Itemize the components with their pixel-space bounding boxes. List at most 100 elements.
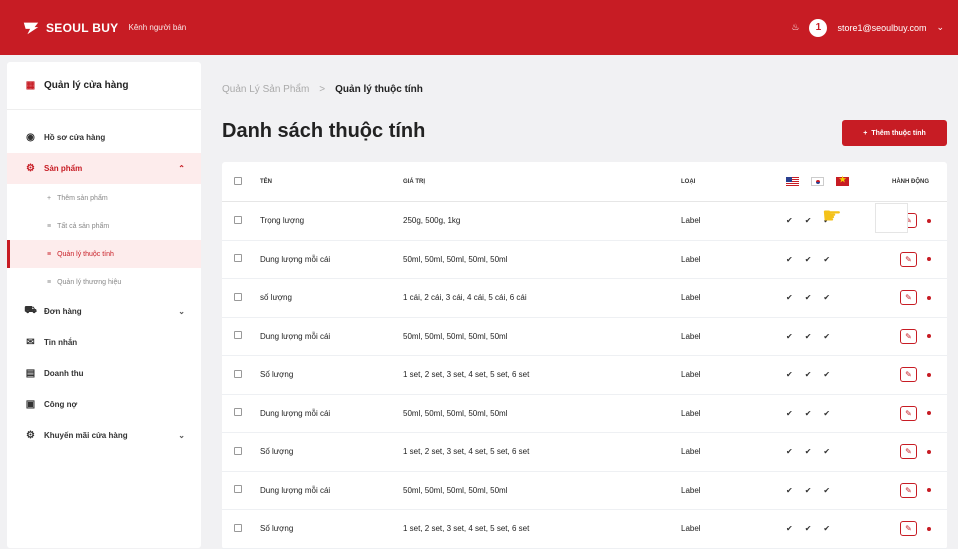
seller-channel-label: Kênh người bán xyxy=(128,23,187,32)
sidebar-item-revenue[interactable]: ▤ Doanh thu xyxy=(7,358,201,389)
row-checkbox[interactable] xyxy=(234,215,242,224)
sidebar-subitem-all-products[interactable]: ≡ Tất cả sản phẩm xyxy=(7,212,201,240)
chevron-down-icon[interactable]: ⌄ xyxy=(936,22,944,33)
breadcrumb-product-management[interactable]: Quản Lý Sản Phẩm xyxy=(222,84,309,95)
edit-button[interactable]: ✎ xyxy=(900,482,917,498)
sidebar-item-label: Tin nhắn xyxy=(44,338,78,347)
check-icon: ✔ xyxy=(786,293,793,303)
check-icon: ✔ xyxy=(804,485,812,495)
delete-icon[interactable] xyxy=(927,334,931,339)
main-content: Quản Lý Sản Phẩm > Quản lý thuộc tính Da… xyxy=(220,62,958,549)
column-header-name: TÊN xyxy=(260,178,272,185)
row-checkbox[interactable] xyxy=(234,408,242,417)
chevron-down-icon: ⌄ xyxy=(178,307,185,316)
attribute-type: Label xyxy=(681,447,701,457)
attribute-type: Label xyxy=(681,370,701,380)
check-icon: ✔ xyxy=(786,331,793,341)
table-row: Dung lượng mỗi cái 50ml, 50ml, 50ml, 50ml… xyxy=(222,318,947,356)
check-icon: ✔ xyxy=(804,370,812,380)
product-icon: ⚙ xyxy=(26,163,35,174)
delete-icon[interactable] xyxy=(927,257,931,262)
attribute-name: Số lượng xyxy=(260,447,294,457)
attribute-values: 1 set, 2 set, 3 set, 4 set, 5 set, 6 set xyxy=(403,447,530,457)
row-checkbox[interactable] xyxy=(234,523,242,532)
brand-name: SEOUL BUY xyxy=(46,20,119,35)
sidebar-item-label: Công nợ xyxy=(44,400,78,409)
breadcrumb-attributes: Quản lý thuộc tính xyxy=(335,84,423,95)
row-checkbox[interactable] xyxy=(234,331,242,340)
edit-button[interactable]: ✎ xyxy=(900,328,917,344)
sidebar-subitem-label: Quản lý thuộc tính xyxy=(57,250,114,258)
sidebar-item-store-profile[interactable]: ◉ Hồ sơ cửa hàng xyxy=(7,122,201,153)
bell-icon[interactable]: ♨ xyxy=(791,22,799,33)
attribute-type: Label xyxy=(681,408,701,418)
chevron-up-icon: ⌃ xyxy=(178,164,185,173)
table-row: Số lượng 1 set, 2 set, 3 set, 4 set, 5 se… xyxy=(222,510,947,549)
edit-button[interactable]: ✎ xyxy=(900,405,917,421)
delete-icon[interactable] xyxy=(927,526,931,531)
edit-button[interactable]: ✎ xyxy=(900,444,917,460)
edit-button-highlight xyxy=(875,203,908,233)
table-row: Dung lượng mỗi cái 50ml, 50ml, 50ml, 50ml… xyxy=(222,472,947,510)
breadcrumb: Quản Lý Sản Phẩm > Quản lý thuộc tính xyxy=(222,84,423,95)
column-header-value: GIÁ TRỊ xyxy=(403,178,425,185)
check-icon: ✔ xyxy=(804,293,812,303)
sidebar-subitem-add-product[interactable]: + Thêm sản phẩm xyxy=(7,184,201,212)
select-all-checkbox[interactable] xyxy=(234,176,242,185)
sidebar-item-debt[interactable]: ▣ Công nợ xyxy=(7,389,201,420)
sidebar-item-orders[interactable]: ⛟ Đơn hàng ⌄ xyxy=(7,296,201,327)
sidebar-item-products[interactable]: ⚙ Sản phẩm ⌃ xyxy=(7,153,201,184)
sidebar-item-messages[interactable]: ✉ Tin nhắn xyxy=(7,327,201,358)
list-icon: ≡ xyxy=(47,250,52,258)
plus-icon: + xyxy=(863,129,868,137)
edit-button[interactable]: ✎ xyxy=(900,290,917,306)
column-header-actions: HÀNH ĐỘNG xyxy=(892,178,929,185)
cart-icon: ⛟ xyxy=(24,305,37,316)
attribute-values: 1 cái, 2 cái, 3 cái, 4 cái, 5 cái, 6 cái xyxy=(403,293,527,303)
sidebar-subitem-label: Tất cả sản phẩm xyxy=(57,222,110,230)
table-row: Dung lượng mỗi cái 50ml, 50ml, 50ml, 50ml… xyxy=(222,395,947,433)
store-profile-icon: ◉ xyxy=(26,132,35,143)
sidebar-item-label: Đơn hàng xyxy=(44,307,82,316)
pencil-icon: ✎ xyxy=(905,485,912,495)
row-checkbox[interactable] xyxy=(234,254,242,263)
edit-button[interactable]: ✎ xyxy=(900,521,917,537)
attribute-values: 1 set, 2 set, 3 set, 4 set, 5 set, 6 set xyxy=(403,370,530,380)
list-icon: ≡ xyxy=(47,278,52,286)
avatar[interactable]: 1 xyxy=(809,18,828,37)
row-checkbox[interactable] xyxy=(234,485,242,494)
delete-icon[interactable] xyxy=(927,372,931,377)
check-icon: ✔ xyxy=(823,408,831,418)
check-icon: ✔ xyxy=(786,216,793,226)
attribute-name: Dung lượng mỗi cái xyxy=(260,254,331,264)
row-checkbox[interactable] xyxy=(234,446,242,455)
delete-icon[interactable] xyxy=(927,295,931,300)
pencil-icon: ✎ xyxy=(905,408,912,418)
delete-icon[interactable] xyxy=(927,488,931,493)
top-bar: SEOUL BUY Kênh người bán ♨ 1 store1@seou… xyxy=(0,0,958,55)
attribute-values: 50ml, 50ml, 50ml, 50ml, 50ml xyxy=(403,331,508,341)
attribute-values: 50ml, 50ml, 50ml, 50ml, 50ml xyxy=(403,254,508,264)
sidebar-item-promotions[interactable]: ⚙ Khuyến mãi cửa hàng ⌄ xyxy=(7,420,201,451)
delete-icon[interactable] xyxy=(927,411,931,416)
delete-icon[interactable] xyxy=(927,218,931,223)
page-title: Danh sách thuộc tính xyxy=(222,120,426,142)
pencil-icon: ✎ xyxy=(905,254,912,264)
check-icon: ✔ xyxy=(786,254,793,264)
table-row: Số lượng 1 set, 2 set, 3 set, 4 set, 5 se… xyxy=(222,356,947,395)
sidebar-subitem-brands[interactable]: ≡ Quản lý thương hiệu xyxy=(7,268,201,296)
pencil-icon: ✎ xyxy=(905,293,912,303)
sidebar-header: ▦ Quản lý cửa hàng xyxy=(7,62,201,110)
user-email[interactable]: store1@seoulbuy.com xyxy=(837,23,926,33)
row-checkbox[interactable] xyxy=(234,369,242,378)
sidebar-item-label: Hồ sơ cửa hàng xyxy=(44,133,106,142)
delete-icon[interactable] xyxy=(927,449,931,454)
edit-button[interactable]: ✎ xyxy=(900,367,917,383)
edit-button[interactable]: ✎ xyxy=(900,251,917,267)
row-checkbox[interactable] xyxy=(234,292,242,301)
column-header-type: LOẠI xyxy=(681,178,696,185)
sidebar-item-label: Khuyến mãi cửa hàng xyxy=(44,431,128,440)
sidebar-subitem-attributes[interactable]: ≡ Quản lý thuộc tính xyxy=(7,240,201,268)
add-attribute-button[interactable]: + Thêm thuộc tính xyxy=(842,120,947,146)
check-icon: ✔ xyxy=(804,254,812,264)
